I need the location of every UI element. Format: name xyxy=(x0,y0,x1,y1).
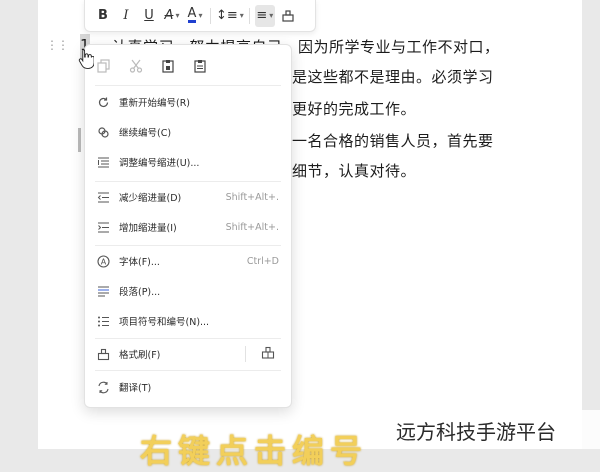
menu-item-shortcut: Shift+Alt+. xyxy=(225,191,279,203)
bullets-numbering-icon xyxy=(95,313,111,329)
menu-item-label: 继续编号(C) xyxy=(119,128,172,139)
menu-item-label: 调整编号缩进(U)... xyxy=(119,158,200,169)
restart-numbering-icon xyxy=(95,94,111,110)
font-icon: A xyxy=(95,253,111,269)
italic-icon[interactable]: I xyxy=(116,5,136,27)
menu-item-label: 增加缩进量(I) xyxy=(119,223,177,234)
menu-item-continue-numbering[interactable]: 继续编号(C) xyxy=(85,120,291,144)
menu-item-shortcut: Shift+Alt+. xyxy=(225,221,279,233)
doc-line-2: 是这些都不是理由。必须学习 xyxy=(292,68,494,86)
hand-cursor-icon xyxy=(78,49,94,69)
copy-icon[interactable] xyxy=(95,57,113,75)
adjust-indent-icon xyxy=(95,154,111,170)
menu-item-label: 减少缩进量(D) xyxy=(119,193,182,204)
translate-icon xyxy=(95,379,111,395)
menu-item-label: 格式刷(F) xyxy=(119,350,161,361)
menu-item-label: 项目符号和编号(N)... xyxy=(119,317,210,328)
align-icon[interactable]: ≡ ▾ xyxy=(254,4,275,27)
menu-item-restart-numbering[interactable]: 重新开始编号(R) xyxy=(85,90,291,114)
menu-divider xyxy=(95,85,281,86)
doc-line-4: 一名合格的销售人员，首先要 xyxy=(292,132,494,150)
menu-item-label: 字体(F)... xyxy=(119,257,160,268)
format-painter-lock-icon[interactable] xyxy=(261,346,275,363)
menu-item-adjust-indent[interactable]: 调整编号缩进(U)... xyxy=(85,150,291,174)
highlight-icon[interactable]: A ▾ xyxy=(162,5,182,27)
menu-item-paragraph[interactable]: 段落(P)... xyxy=(85,279,291,303)
selection-marker xyxy=(78,128,81,152)
menu-divider xyxy=(95,370,281,371)
format-painter-icon[interactable] xyxy=(278,5,298,27)
toolbar-divider xyxy=(248,7,250,24)
paste-icon[interactable] xyxy=(159,57,177,75)
decrease-indent-icon xyxy=(95,189,111,205)
continue-numbering-icon xyxy=(95,124,111,140)
paragraph-icon xyxy=(95,283,111,299)
context-menu: 重新开始编号(R) 继续编号(C) 调整编号缩进(U)... 减少缩进量(D) … xyxy=(84,44,292,408)
menu-item-label: 重新开始编号(R) xyxy=(119,98,191,109)
menu-item-label: 段落(P)... xyxy=(119,287,161,298)
menu-item-format-painter[interactable]: 格式刷(F) xyxy=(85,342,291,366)
line-spacing-icon[interactable]: ↕≡ ▾ xyxy=(216,5,244,27)
menu-item-decrease-indent[interactable]: 减少缩进量(D) Shift+Alt+. xyxy=(85,185,291,209)
format-painter-icon xyxy=(95,346,111,362)
doc-line-5: 细节，认真对待。 xyxy=(292,162,417,180)
menu-item-translate[interactable]: 翻译(T) xyxy=(85,375,291,399)
watermark-text: 远方科技手游平台 xyxy=(396,420,556,444)
underline-icon[interactable]: U xyxy=(139,5,159,27)
cut-icon[interactable] xyxy=(127,57,145,75)
clipboard-row xyxy=(95,57,209,75)
floating-format-toolbar: B I U A ▾ A ▾ ↕≡ ▾ ≡ ▾ xyxy=(84,0,316,32)
svg-text:A: A xyxy=(100,257,106,266)
menu-divider xyxy=(95,245,281,246)
increase-indent-icon xyxy=(95,219,111,235)
menu-item-divider xyxy=(245,346,246,362)
menu-item-bullets-numbering[interactable]: 项目符号和编号(N)... xyxy=(85,309,291,333)
menu-item-shortcut: Ctrl+D xyxy=(246,255,279,267)
drag-handle-icon[interactable]: ⋮⋮ xyxy=(46,38,69,52)
menu-divider xyxy=(95,181,281,182)
menu-item-label: 翻译(T) xyxy=(119,383,152,394)
menu-item-increase-indent[interactable]: 增加缩进量(I) Shift+Alt+. xyxy=(85,215,291,239)
menu-divider xyxy=(95,338,281,339)
bold-icon[interactable]: B xyxy=(93,5,113,27)
font-color-icon[interactable]: A ▾ xyxy=(185,5,205,27)
caption-banner: 右键点击编号 xyxy=(140,432,369,470)
menu-item-font[interactable]: A 字体(F)... Ctrl+D xyxy=(85,249,291,273)
toolbar-divider xyxy=(210,7,211,24)
doc-line-3: 更好的完成工作。 xyxy=(292,100,417,118)
paste-text-icon[interactable] xyxy=(191,57,209,75)
